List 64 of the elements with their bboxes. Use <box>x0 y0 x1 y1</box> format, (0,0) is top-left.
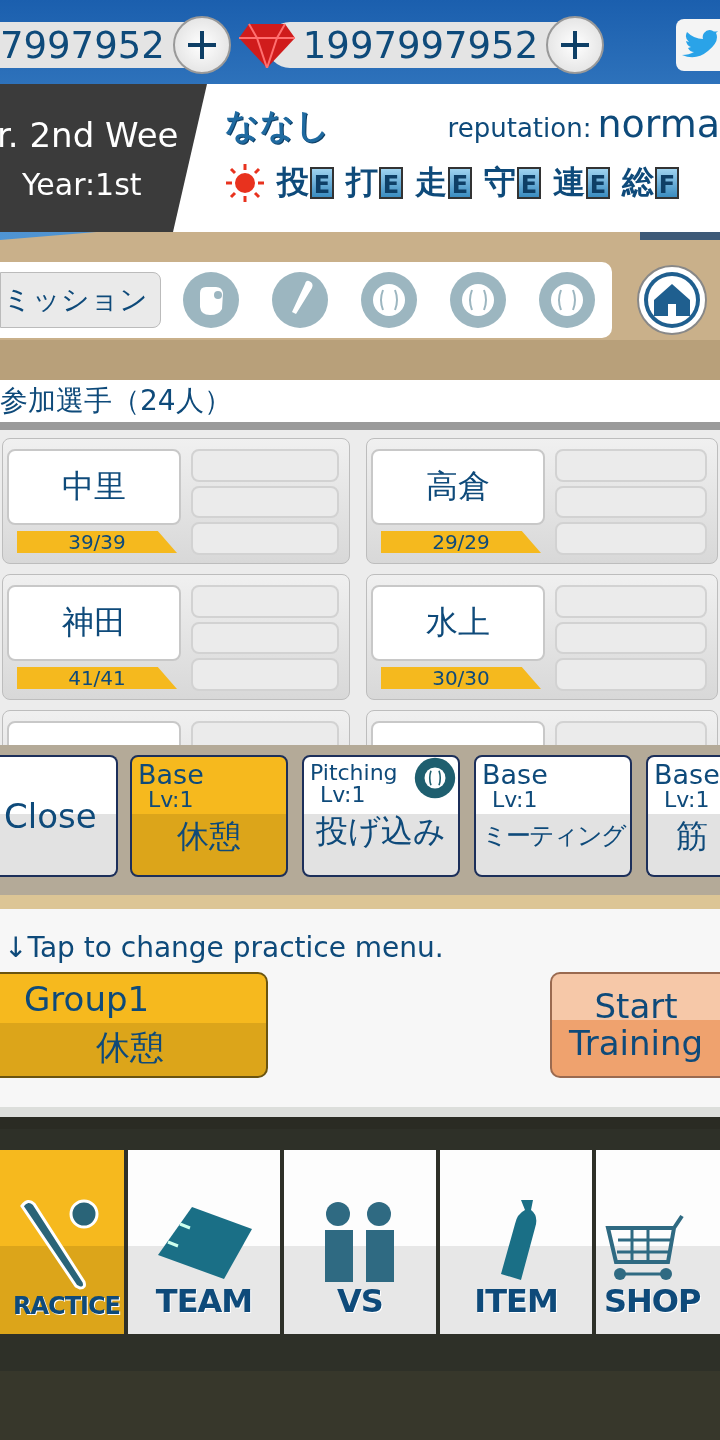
hint-text: ↓Tap to change practice menu. <box>3 930 445 964</box>
nav-tab[interactable]: RACTICE <box>0 1150 124 1334</box>
practice-category: Base <box>138 761 204 790</box>
player-name: 高倉 <box>371 449 545 525</box>
week-label: r. 2nd Wee <box>0 114 180 155</box>
nav-tab[interactable]: SHOP <box>596 1150 720 1334</box>
rating: 投 E <box>277 161 334 205</box>
currency-amount: 1997997952 <box>302 23 540 67</box>
ball-icon <box>360 271 418 329</box>
stamina-label: 30/30 <box>381 667 541 689</box>
stamina-label: 39/39 <box>17 531 177 553</box>
practice-category: Base <box>482 761 548 790</box>
practice-level: Lv:1 <box>320 784 366 807</box>
rating: 連 E <box>553 161 610 205</box>
bat-icon <box>271 271 329 329</box>
practice-card[interactable]: Base Lv:1 ミーティング <box>474 755 632 877</box>
rating: 走 E <box>415 161 472 205</box>
practice-level: Lv:1 <box>663 789 711 812</box>
reputation-label: reputation: <box>447 113 592 143</box>
practice-name: ミーティング <box>480 820 626 853</box>
ball-icon <box>538 271 596 329</box>
home-icon[interactable] <box>636 264 708 336</box>
reputation-value: norma <box>597 102 720 146</box>
player-name: 水上 <box>371 585 545 661</box>
player-card[interactable]: 神田 41/41 <box>2 574 350 700</box>
rating: 総 F <box>622 161 679 205</box>
mission-button[interactable]: ミッション <box>0 272 161 328</box>
practice-card[interactable]: Pitching Lv:1 投げ込み <box>302 755 460 877</box>
year-label: Year:1st <box>21 166 143 202</box>
practice-card[interactable]: Base Lv:1 筋 <box>646 755 720 877</box>
nav-tab[interactable]: VS <box>284 1150 436 1334</box>
player-card[interactable]: 水上 30/30 <box>366 574 718 700</box>
practice-level: Lv:1 <box>491 789 539 812</box>
player-name: 中里 <box>7 449 181 525</box>
nav-tab[interactable]: ITEM <box>440 1150 592 1334</box>
group-button[interactable]: Group1 休憩 <box>0 972 268 1078</box>
practice-name: 休憩 <box>176 816 242 858</box>
player-name: 神田 <box>7 585 181 661</box>
plus-icon <box>559 29 592 61</box>
stamina-label: 41/41 <box>17 667 177 689</box>
section-title: 参加選手（24人） <box>0 380 720 422</box>
currency-amount: 7997952 <box>0 23 166 67</box>
practice-name: 筋 <box>675 816 709 858</box>
rating: 打 E <box>346 161 403 205</box>
practice-level: Lv:1 <box>147 789 195 812</box>
rating: 守 E <box>484 161 541 205</box>
player-card[interactable]: 中里 39/39 <box>2 438 350 564</box>
start-training-button[interactable]: Start Training <box>550 972 720 1078</box>
ball-icon <box>414 757 456 799</box>
glove-icon <box>182 271 240 329</box>
plus-icon <box>185 29 218 61</box>
stamina-label: 29/29 <box>381 531 541 553</box>
ball-icon <box>449 271 507 329</box>
close-button[interactable]: Close <box>0 755 118 877</box>
share-button[interactable] <box>676 19 720 71</box>
practice-category: Base <box>654 761 720 790</box>
practice-category: Pitching <box>310 761 398 785</box>
practice-card[interactable]: Base Lv:1 休憩 <box>130 755 288 877</box>
player-name: ななし <box>225 104 330 147</box>
sun-icon <box>225 163 265 203</box>
two-figures-icon <box>323 1202 397 1282</box>
player-card[interactable]: 高倉 29/29 <box>366 438 718 564</box>
nav-tab[interactable]: TEAM <box>128 1150 280 1334</box>
practice-name: 投げ込み <box>315 811 447 853</box>
